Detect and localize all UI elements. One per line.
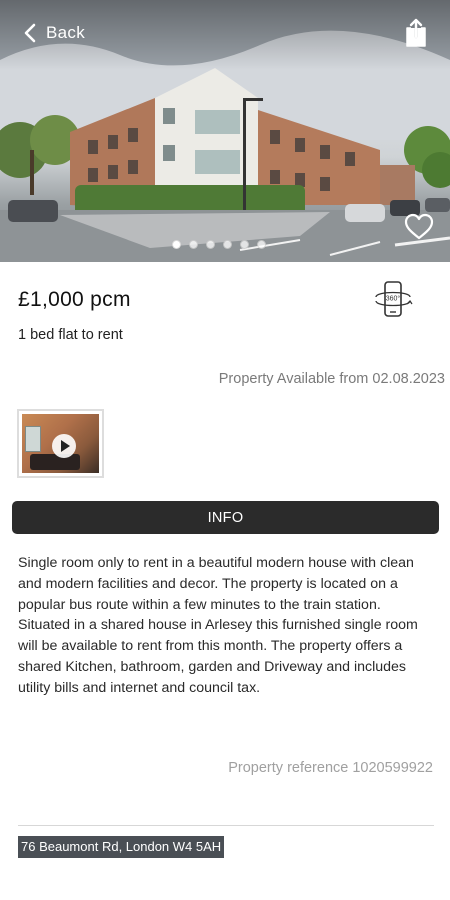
- info-tab-button[interactable]: INFO: [12, 501, 439, 534]
- vr-badge-text: 360°: [386, 295, 401, 303]
- gallery-dot[interactable]: [240, 240, 249, 249]
- property-reference: Property reference 1020599922: [228, 760, 433, 776]
- share-icon[interactable]: [404, 18, 428, 48]
- gallery-dot[interactable]: [172, 240, 181, 249]
- thumbnail-window: [25, 426, 41, 452]
- divider: [18, 825, 434, 826]
- availability-date: Property Available from 02.08.2023: [218, 371, 445, 387]
- video-thumbnail-image: [22, 414, 99, 473]
- play-icon: [52, 434, 76, 458]
- chevron-left-icon: [24, 23, 36, 43]
- gallery-dot[interactable]: [206, 240, 215, 249]
- gallery-dot[interactable]: [257, 240, 266, 249]
- gallery-dot[interactable]: [223, 240, 232, 249]
- video-tour-thumbnail[interactable]: [17, 409, 104, 478]
- phone-360-icon[interactable]: 360°: [373, 279, 413, 319]
- gallery-dot[interactable]: [189, 240, 198, 249]
- heart-outline-icon[interactable]: [404, 213, 434, 241]
- back-label: Back: [46, 23, 85, 42]
- property-hero-image[interactable]: Back: [0, 0, 450, 262]
- listing-subtitle: 1 bed flat to rent: [18, 327, 123, 343]
- thumbnail-sofa: [30, 454, 80, 470]
- gallery-pagination: [172, 240, 266, 249]
- property-address[interactable]: 76 Beaumont Rd, London W4 5AH: [18, 836, 225, 858]
- back-button[interactable]: Back: [24, 20, 85, 46]
- property-description: Single room only to rent in a beautiful …: [18, 555, 418, 696]
- listing-price: £1,000 pcm: [18, 288, 131, 311]
